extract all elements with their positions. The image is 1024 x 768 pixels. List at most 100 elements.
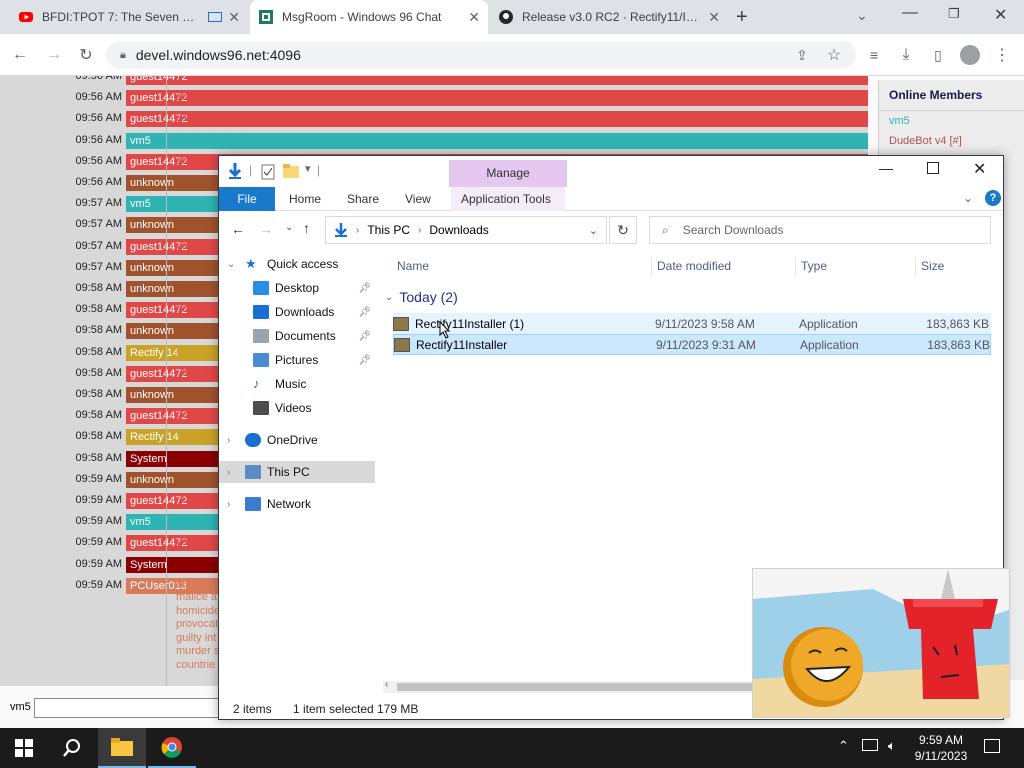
network-status-icon[interactable] [862,739,878,751]
pin-icon[interactable]: 📌︎ [358,307,371,318]
notifications-icon[interactable] [984,739,1000,753]
nav-item-videos[interactable]: Videos [219,397,375,419]
close-icon[interactable]: ✕ [468,9,480,26]
new-folder-icon[interactable] [283,164,299,178]
nav-item-this-pc[interactable]: › This PC [219,461,375,483]
search-button[interactable] [48,728,96,768]
profile-avatar-icon[interactable] [958,43,982,67]
menu-kebab-icon[interactable]: ⋮ [990,43,1014,67]
manage-context-tab[interactable]: Manage [449,160,567,187]
username-badge[interactable]: guest14472 [126,111,868,128]
close-window-button[interactable]: ✕ [973,159,986,179]
properties-icon[interactable] [261,164,275,180]
tab-search-icon[interactable]: ⌄ [856,7,868,24]
recent-locations-icon[interactable]: ⌄ [285,222,293,233]
scrollbar-thumb[interactable] [397,683,757,691]
file-row[interactable]: Rectify11Installer 9/11/2023 9:31 AM App… [393,334,991,355]
share-icon[interactable]: ⇪ [790,43,814,67]
show-hidden-icons-icon[interactable]: ⌃ [838,738,849,754]
close-icon[interactable]: ✕ [228,9,240,26]
taskbar-file-explorer[interactable] [98,728,146,768]
nav-item-quick-access[interactable]: ⌄ ★ Quick access [219,253,375,275]
minimize-button[interactable]: — [902,4,918,22]
pin-icon[interactable]: 📌︎ [358,355,371,366]
member-item[interactable]: DudeBot v4 [#] [879,131,1024,151]
expand-ribbon-icon[interactable]: ⌄ [963,191,973,205]
bookmark-star-icon[interactable]: ☆ [822,43,846,67]
nav-item-network[interactable]: › Network [219,493,375,515]
close-window-button[interactable]: ✕ [994,5,1007,25]
up-arrow-icon[interactable]: ↑ [303,220,310,236]
volume-muted-icon[interactable]: 🔈︎ [888,738,896,754]
nav-item-downloads[interactable]: Downloads 📌︎ [219,301,375,323]
downloads-icon[interactable]: ⤓ [894,43,918,67]
chevron-right-icon[interactable]: › [227,467,230,478]
start-button[interactable] [0,728,48,768]
column-date-modified[interactable]: Date modified [657,259,731,273]
breadcrumb-this-pc[interactable]: This PC [367,223,410,237]
media-control-icon[interactable]: ≡ [862,43,886,67]
back-arrow-icon[interactable]: ← [231,221,245,237]
breadcrumb-downloads[interactable]: Downloads [429,223,488,237]
tab-github[interactable]: Release v3.0 RC2 · Rectify11/Insta ✕ [490,0,728,34]
file-row[interactable]: Rectify11Installer (1) 9/11/2023 9:58 AM… [393,313,991,334]
pin-icon[interactable]: 📌︎ [358,283,371,294]
maximize-button[interactable] [927,162,939,174]
column-size[interactable]: Size [921,259,944,273]
tab-youtube[interactable]: BFDI:TPOT 7: The Seven Won ✕ [10,0,248,34]
help-icon[interactable]: ? [985,190,1001,206]
chevron-down-icon[interactable]: ⌄ [227,259,235,270]
tab-audio-icon[interactable] [208,12,223,22]
chevron-right-icon[interactable]: › [227,435,230,446]
column-type[interactable]: Type [801,259,827,273]
new-tab-button[interactable]: + [736,6,748,29]
explorer-title-bar[interactable]: | ▾ | Manage — ✕ [219,156,1003,187]
column-name[interactable]: Name [397,259,429,273]
tab-application-tools[interactable]: Application Tools [451,187,565,211]
nav-item-onedrive[interactable]: › OneDrive [219,429,375,451]
forward-arrow-icon[interactable]: → [42,43,66,67]
forward-arrow-icon[interactable]: → [259,221,273,237]
tab-share[interactable]: Share [337,187,389,211]
chevron-right-icon[interactable]: › [227,499,230,510]
tab-view[interactable]: View [395,187,441,211]
tab-msgroom[interactable]: MsgRoom - Windows 96 Chat ✕ [250,0,488,34]
side-panel-icon[interactable]: ▯ [926,43,950,67]
file-name: Rectify11Installer [416,337,508,352]
tab-home[interactable]: Home [279,187,331,211]
pin-icon[interactable]: 📌︎ [358,331,371,342]
nav-item-music[interactable]: ♪ Music [219,373,375,395]
nav-item-desktop[interactable]: Desktop 📌︎ [219,277,375,299]
tab-file[interactable]: File [219,187,275,211]
message-time: 09:58 AM [75,345,122,358]
refresh-icon[interactable]: ↻ [609,216,637,244]
restore-button[interactable]: ❐ [948,6,960,22]
nav-item-pictures[interactable]: Pictures 📌︎ [219,349,375,371]
document-icon [253,329,269,343]
music-icon: ♪ [253,376,260,391]
message-time: 09:58 AM [75,430,122,443]
application-icon [393,316,409,331]
address-bar[interactable]: 🔒︎ devel.windows96.net:4096 [106,41,856,69]
chevron-right-icon: › [418,224,422,236]
search-input[interactable]: ⌕ Search Downloads [649,216,991,244]
message-text: yea [176,239,194,252]
system-clock[interactable]: 9:59 AM 9/11/2023 [908,732,974,764]
taskbar-chrome[interactable] [148,728,196,768]
file-type: Application [800,337,859,352]
scroll-left-icon[interactable]: ‹ [385,679,388,690]
back-arrow-icon[interactable]: ← [8,43,32,67]
breadcrumb[interactable]: › This PC › Downloads ⌄ [325,216,607,244]
download-icon [253,305,269,319]
chevron-down-icon[interactable]: ⌄ [589,224,598,237]
video-frame-image [753,569,1009,717]
qat-dropdown-icon[interactable]: ▾ [305,162,311,175]
picture-in-picture-video[interactable] [752,568,1010,718]
close-icon[interactable]: ✕ [708,9,720,26]
member-item[interactable]: vm5 [879,111,1024,131]
minimize-button[interactable]: — [879,160,893,176]
message-text: VM5 DO [176,430,219,443]
reload-icon[interactable]: ↻ [74,43,98,67]
group-header[interactable]: ⌄ Today (2) [385,289,458,305]
nav-item-documents[interactable]: Documents 📌︎ [219,325,375,347]
